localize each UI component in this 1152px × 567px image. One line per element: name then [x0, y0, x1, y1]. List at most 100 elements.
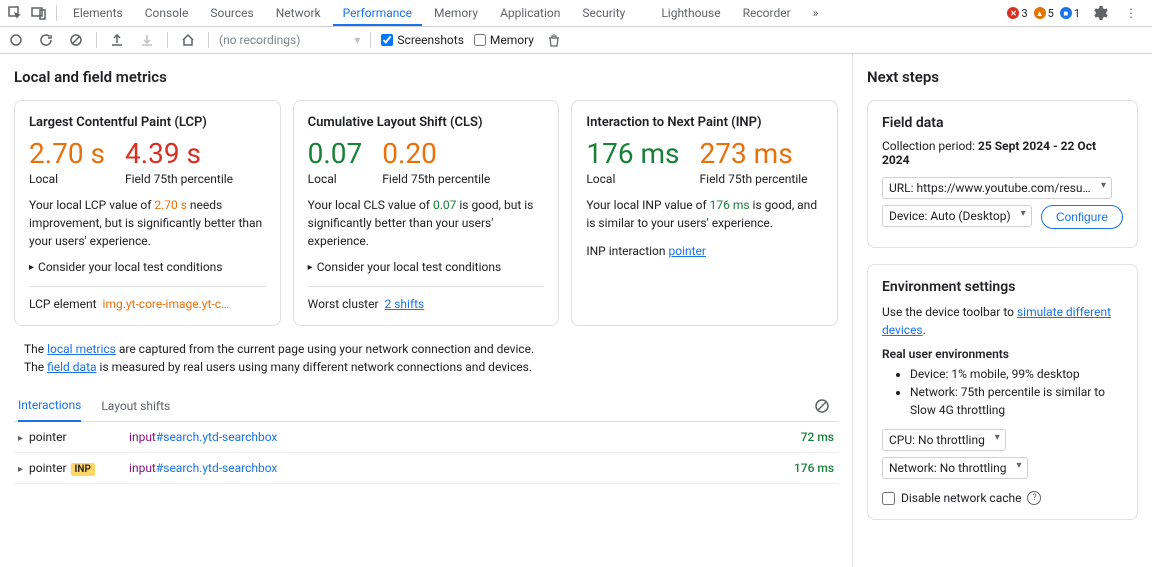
cls-field-label: Field 75th percentile [382, 172, 490, 186]
lcp-field-label: Field 75th percentile [125, 172, 233, 186]
home-icon[interactable] [178, 30, 198, 50]
env-title: Environment settings [882, 279, 1123, 295]
kebab-icon[interactable]: ⋮ [1120, 2, 1142, 24]
field-data-title: Field data [882, 115, 1123, 131]
tab-elements[interactable]: Elements [63, 0, 133, 26]
inp-interaction-link[interactable]: pointer [669, 244, 706, 258]
warnings-badge[interactable]: ▲5 [1034, 7, 1054, 20]
interaction-time: 72 ms [801, 430, 834, 444]
field-data-panel: Field data Collection period: 25 Sept 20… [867, 100, 1138, 248]
gear-icon[interactable] [1090, 2, 1112, 24]
screenshots-label: Screenshots [397, 33, 463, 47]
cls-disclosure[interactable]: Consider your local test conditions [308, 260, 545, 274]
warnings-count: 5 [1048, 7, 1054, 20]
lcp-element-label: LCP element [29, 297, 97, 311]
tab-sources[interactable]: Sources [200, 0, 263, 26]
lcp-title: Largest Contentful Paint (LCP) [29, 115, 266, 130]
network-throttle-select[interactable]: Network: No throttling [882, 457, 1028, 479]
inp-title: Interaction to Next Paint (INP) [586, 115, 823, 130]
tab-performance[interactable]: Performance [333, 0, 422, 26]
separator [167, 32, 168, 48]
separator [370, 32, 371, 48]
help-icon[interactable]: ? [1027, 491, 1041, 505]
lcp-description: Your local LCP value of 2.70 s needs imp… [29, 196, 266, 250]
reload-record-icon[interactable] [36, 30, 56, 50]
inp-local-label: Local [586, 172, 679, 186]
local-metrics-link[interactable]: local metrics [47, 342, 116, 356]
lcp-local-value: 2.70 s [29, 140, 105, 168]
tab-security[interactable]: Security [572, 0, 635, 26]
page-title: Local and field metrics [14, 68, 838, 86]
upload-icon[interactable] [107, 30, 127, 50]
perf-toolbar: (no recordings)▾ Screenshots Memory [0, 27, 1152, 54]
cls-field-value: 0.20 [382, 140, 490, 168]
clear-interactions-icon[interactable] [810, 394, 834, 418]
tab-lighthouse[interactable]: Lighthouse [651, 0, 730, 26]
separator [56, 5, 57, 21]
separator [208, 32, 209, 48]
interaction-selector[interactable]: input#search.ytd-searchbox [129, 461, 794, 475]
lcp-local-label: Local [29, 172, 105, 186]
tab-network[interactable]: Network [266, 0, 331, 26]
lcp-element-link[interactable]: img.yt-core-image.yt-c… [103, 297, 230, 311]
gc-icon[interactable] [544, 30, 564, 50]
clear-icon[interactable] [66, 30, 86, 50]
errors-badge[interactable]: ✕3 [1007, 7, 1027, 20]
url-select[interactable]: URL: https://www.youtube.com/results [882, 177, 1112, 199]
screenshots-checkbox[interactable]: Screenshots [381, 33, 463, 47]
disable-cache-label: Disable network cache [901, 491, 1021, 505]
subtab-interactions[interactable]: Interactions [18, 390, 81, 422]
download-icon[interactable] [137, 30, 157, 50]
inp-local-value: 176 ms [586, 140, 679, 168]
lcp-disclosure[interactable]: Consider your local test conditions [29, 260, 266, 274]
inp-interaction-label: INP interaction [586, 244, 665, 258]
tab-memory[interactable]: Memory [424, 0, 488, 26]
cls-local-label: Local [308, 172, 363, 186]
collection-period-label: Collection period: [882, 139, 978, 153]
devtools-tab-bar: Elements Console Sources Network Perform… [0, 0, 1152, 27]
metrics-explanation: The local metrics are captured from the … [24, 340, 828, 376]
more-tabs-icon[interactable]: » [803, 6, 829, 20]
real-user-env-label: Real user environments [882, 347, 1123, 361]
inp-field-label: Field 75th percentile [700, 172, 808, 186]
next-steps-title: Next steps [867, 68, 1138, 86]
interaction-selector[interactable]: input#search.ytd-searchbox [129, 430, 801, 444]
record-icon[interactable] [6, 30, 26, 50]
cls-shifts-link[interactable]: 2 shifts [385, 297, 425, 311]
environment-panel: Environment settings Use the device tool… [867, 264, 1138, 520]
metrics-panel: Local and field metrics Largest Contentf… [0, 54, 852, 567]
interaction-row[interactable]: pointer input#search.ytd-searchbox 72 ms [14, 422, 838, 453]
recordings-dropdown[interactable]: (no recordings)▾ [219, 33, 360, 47]
memory-label: Memory [490, 33, 534, 47]
memory-checkbox[interactable]: Memory [474, 33, 534, 47]
errors-count: 3 [1021, 7, 1027, 20]
inp-description: Your local INP value of 176 ms is good, … [586, 196, 823, 232]
cls-description: Your local CLS value of 0.07 is good, bu… [308, 196, 545, 250]
inp-card: Interaction to Next Paint (INP) 176 ms Lo… [571, 100, 838, 326]
configure-button[interactable]: Configure [1041, 205, 1123, 229]
field-data-link[interactable]: field data [47, 360, 96, 374]
tab-application[interactable]: Application [490, 0, 570, 26]
tab-console[interactable]: Console [135, 0, 199, 26]
issues-badge[interactable]: ■1 [1060, 7, 1080, 20]
subtab-layout-shifts[interactable]: Layout shifts [101, 391, 170, 421]
lcp-field-value: 4.39 s [125, 140, 233, 168]
inp-badge: INP [71, 463, 95, 476]
cpu-throttle-select[interactable]: CPU: No throttling [882, 429, 1006, 451]
device-toolbar-icon[interactable] [28, 2, 50, 24]
lcp-card: Largest Contentful Paint (LCP) 2.70 s Loc… [14, 100, 281, 326]
disable-cache-checkbox[interactable] [882, 492, 895, 505]
inspect-icon[interactable] [4, 2, 26, 24]
tab-recorder[interactable]: Recorder [733, 0, 801, 26]
cls-title: Cumulative Layout Shift (CLS) [308, 115, 545, 130]
interaction-type: pointer [29, 430, 129, 444]
issues-count: 1 [1074, 7, 1080, 20]
next-steps-panel: Next steps Field data Collection period:… [852, 54, 1152, 567]
device-select[interactable]: Device: Auto (Desktop) [882, 205, 1032, 227]
interaction-time: 176 ms [794, 461, 834, 475]
separator [96, 32, 97, 48]
inp-field-value: 273 ms [700, 140, 808, 168]
subtabs: Interactions Layout shifts [14, 390, 838, 422]
cls-card: Cumulative Layout Shift (CLS) 0.07Local … [293, 100, 560, 326]
interaction-row[interactable]: pointerINP input#search.ytd-searchbox 17… [14, 453, 838, 484]
